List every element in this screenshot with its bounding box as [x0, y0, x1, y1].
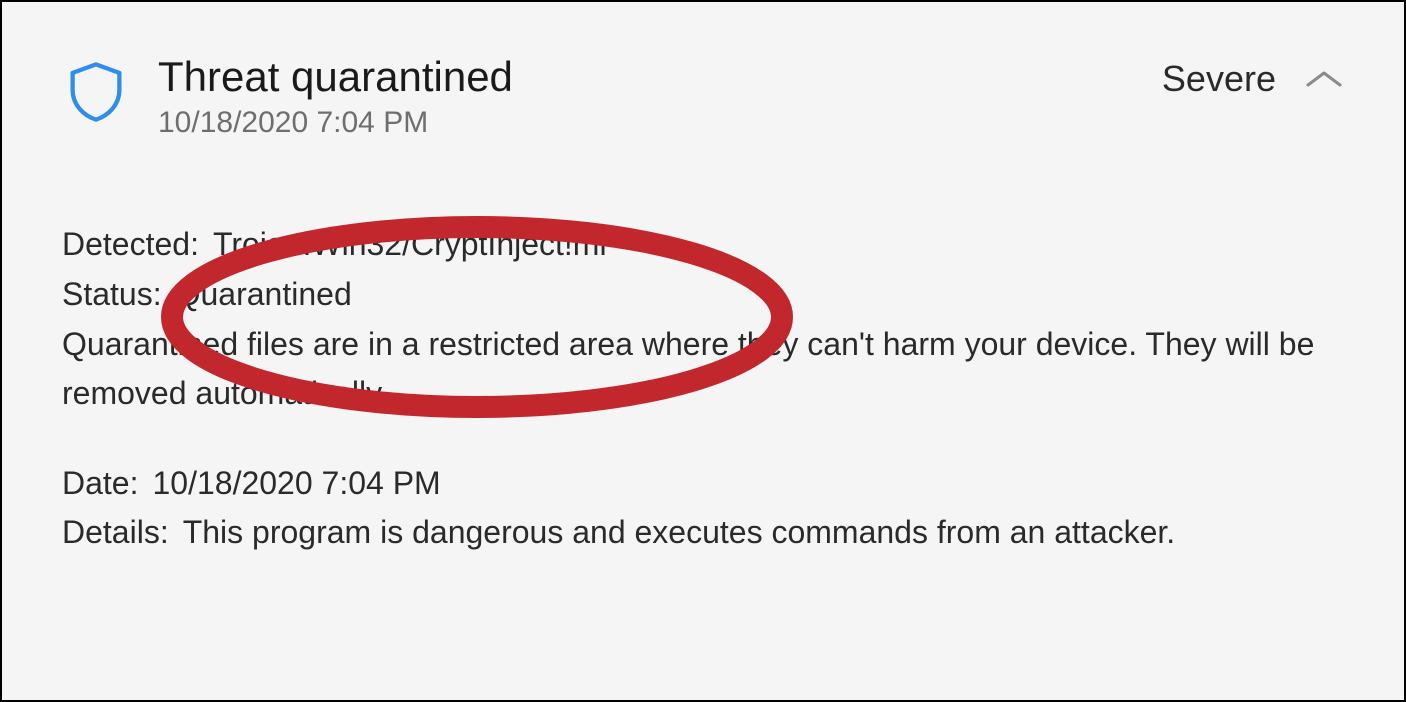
status-row: Status: Quarantined [62, 270, 1344, 320]
detected-row: Detected: Trojan:Win32/CryptInject!ml [62, 220, 1344, 270]
severity-group: Severe [1162, 58, 1344, 100]
date-value: 10/18/2020 7:04 PM [152, 459, 1344, 509]
shield-icon [62, 58, 130, 126]
status-label: Status: [62, 270, 162, 320]
threat-header[interactable]: Threat quarantined 10/18/2020 7:04 PM Se… [2, 2, 1404, 180]
threat-panel: Threat quarantined 10/18/2020 7:04 PM Se… [0, 0, 1406, 702]
quarantine-description: Quarantined files are in a restricted ar… [62, 320, 1344, 419]
details-label: Details: [62, 508, 169, 558]
threat-body: Detected: Trojan:Win32/CryptInject!ml St… [2, 180, 1404, 598]
status-value: Quarantined [176, 270, 1344, 320]
date-label: Date: [62, 459, 138, 509]
threat-timestamp: 10/18/2020 7:04 PM [158, 106, 1162, 140]
threat-title: Threat quarantined [158, 52, 1162, 102]
date-row: Date: 10/18/2020 7:04 PM [62, 459, 1344, 509]
header-text: Threat quarantined 10/18/2020 7:04 PM [158, 52, 1162, 140]
severity-label: Severe [1162, 58, 1276, 100]
detected-label: Detected: [62, 220, 199, 270]
details-row: Details: This program is dangerous and e… [62, 508, 1344, 558]
details-value: This program is dangerous and executes c… [183, 508, 1344, 558]
chevron-up-icon[interactable] [1304, 67, 1344, 91]
detected-value: Trojan:Win32/CryptInject!ml [213, 220, 1344, 270]
